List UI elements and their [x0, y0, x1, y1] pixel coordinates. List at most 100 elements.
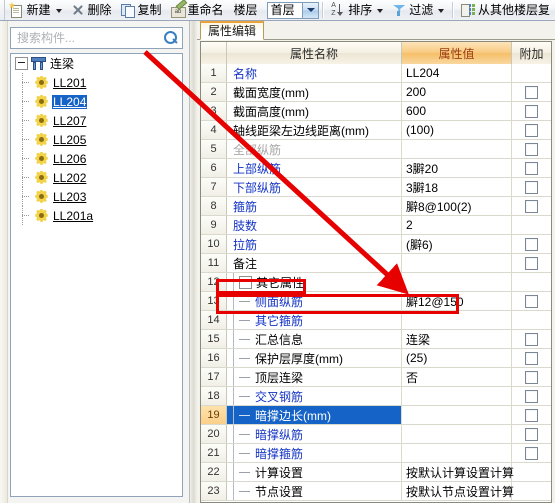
- search-input[interactable]: 搜索构件...: [10, 27, 183, 49]
- chevron-down-icon[interactable]: [55, 9, 62, 13]
- tree-item-LL201a[interactable]: LL201a: [11, 206, 182, 225]
- property-name-cell[interactable]: 截面高度(mm): [227, 102, 402, 120]
- new-button[interactable]: 新建: [5, 1, 66, 20]
- extra-checkbox[interactable]: [525, 123, 538, 137]
- property-value-cell[interactable]: 600: [402, 102, 512, 120]
- extra-checkbox[interactable]: [525, 294, 538, 308]
- property-value-cell[interactable]: (25): [402, 349, 512, 367]
- property-grid[interactable]: 属性名称 属性值 附加 1 名称 LL204 2 截面宽度(mm) 200 3 截面高度(mm…: [200, 41, 552, 503]
- property-name-cell[interactable]: 备注: [227, 254, 402, 272]
- property-row[interactable]: 22 计算设置 按默认计算设置计算: [201, 463, 551, 482]
- property-name-cell[interactable]: 轴线距梁左边线距离(mm): [227, 121, 402, 139]
- extra-cell[interactable]: [512, 425, 551, 443]
- property-name-cell[interactable]: 计算设置: [227, 463, 402, 481]
- property-name-cell[interactable]: 拉筋: [227, 235, 402, 253]
- extra-checkbox[interactable]: [525, 351, 538, 365]
- extra-cell[interactable]: [512, 102, 551, 120]
- property-row[interactable]: 23 节点设置 按默认节点设置计算: [201, 482, 551, 501]
- property-value-cell[interactable]: 䑀8@100(2): [402, 197, 512, 215]
- property-row[interactable]: 17 顶层连梁 否: [201, 368, 551, 387]
- extra-cell[interactable]: [512, 463, 551, 481]
- copy-button[interactable]: 复制: [117, 1, 167, 20]
- extra-cell[interactable]: [512, 140, 551, 158]
- property-row[interactable]: 3 截面高度(mm) 600: [201, 102, 551, 121]
- property-name-cell[interactable]: 交叉钢筋: [227, 387, 402, 405]
- extra-checkbox[interactable]: [525, 237, 538, 251]
- extra-cell[interactable]: [512, 387, 551, 405]
- property-row[interactable]: 11 备注: [201, 254, 551, 273]
- tree-item-LL203[interactable]: LL203: [11, 187, 182, 206]
- extra-checkbox[interactable]: [525, 408, 538, 422]
- sort-button[interactable]: AZ 排序: [327, 1, 388, 20]
- property-row[interactable]: 15 汇总信息 连梁: [201, 330, 551, 349]
- extra-cell[interactable]: [512, 64, 551, 82]
- property-value-cell[interactable]: [402, 444, 512, 462]
- extra-cell[interactable]: [512, 216, 551, 234]
- property-row[interactable]: 16 保护层厚度(mm) (25): [201, 349, 551, 368]
- property-row[interactable]: 18 交叉钢筋: [201, 387, 551, 406]
- property-value-cell[interactable]: 按默认节点设置计算: [402, 482, 514, 500]
- extra-cell[interactable]: [512, 197, 551, 215]
- extra-cell[interactable]: [512, 273, 551, 291]
- extra-checkbox[interactable]: [525, 389, 538, 403]
- property-row[interactable]: 2 截面宽度(mm) 200: [201, 83, 551, 102]
- property-row[interactable]: 7 下部纵筋 3䑀18: [201, 178, 551, 197]
- column-header-index[interactable]: [201, 42, 227, 64]
- filter-button[interactable]: 过滤: [388, 1, 449, 20]
- property-name-cell[interactable]: 下部纵筋: [227, 178, 402, 196]
- property-row[interactable]: 8 箍筋 䑀8@100(2): [201, 197, 551, 216]
- property-row[interactable]: 4 轴线距梁左边线距离(mm) (100): [201, 121, 551, 140]
- extra-cell[interactable]: [512, 121, 551, 139]
- property-value-cell[interactable]: 连梁: [402, 330, 512, 348]
- extra-cell[interactable]: [512, 254, 551, 272]
- tree-item-LL201[interactable]: LL201: [11, 73, 182, 92]
- extra-checkbox[interactable]: [525, 180, 538, 194]
- property-row[interactable]: 21 暗撑箍筋: [201, 444, 551, 463]
- property-value-cell[interactable]: 否: [402, 368, 512, 386]
- extra-cell[interactable]: [512, 178, 551, 196]
- extra-cell[interactable]: [512, 482, 551, 500]
- search-icon[interactable]: [160, 28, 182, 48]
- property-value-cell[interactable]: LL204: [402, 64, 512, 82]
- extra-cell[interactable]: [512, 159, 551, 177]
- property-row[interactable]: 20 暗撑纵筋: [201, 425, 551, 444]
- property-value-cell[interactable]: 2: [402, 216, 512, 234]
- property-row[interactable]: 6 上部纵筋 3䑀20: [201, 159, 551, 178]
- extra-cell[interactable]: [512, 444, 551, 462]
- extra-checkbox[interactable]: [525, 256, 538, 270]
- property-value-cell[interactable]: [402, 425, 512, 443]
- extra-checkbox[interactable]: [525, 85, 538, 99]
- property-row[interactable]: 5 全部纵筋: [201, 140, 551, 159]
- chevron-down-icon[interactable]: [438, 9, 445, 13]
- tree-item-LL207[interactable]: LL207: [11, 111, 182, 130]
- extra-cell[interactable]: [512, 330, 551, 348]
- property-value-cell[interactable]: 按默认计算设置计算: [402, 463, 514, 481]
- tree-item-LL205[interactable]: LL205: [11, 130, 182, 149]
- tree-item-LL204[interactable]: LL204: [11, 92, 182, 111]
- extra-checkbox[interactable]: [525, 427, 538, 441]
- property-value-cell[interactable]: 200: [402, 83, 512, 101]
- tree-item-LL202[interactable]: LL202: [11, 168, 182, 187]
- extra-cell[interactable]: [512, 406, 551, 424]
- extra-cell[interactable]: [512, 83, 551, 101]
- copy-from-other-floor-button[interactable]: 从其他楼层复: [457, 1, 555, 20]
- extra-cell[interactable]: [512, 235, 551, 253]
- property-name-cell[interactable]: 暗撑箍筋: [227, 444, 402, 462]
- extra-checkbox[interactable]: [525, 332, 538, 346]
- collapse-icon[interactable]: [15, 57, 28, 70]
- property-value-cell[interactable]: (䑀6): [402, 235, 512, 253]
- property-name-cell[interactable]: 名称: [227, 64, 402, 82]
- property-name-cell[interactable]: 上部纵筋: [227, 159, 402, 177]
- property-name-cell[interactable]: 全部纵筋: [227, 140, 402, 158]
- property-row[interactable]: 10 拉筋 (䑀6): [201, 235, 551, 254]
- property-row[interactable]: 19 暗撑边长(mm): [201, 406, 551, 425]
- rename-button[interactable]: ab 重命名: [167, 0, 229, 20]
- property-value-cell[interactable]: [402, 140, 512, 158]
- floor-select[interactable]: 首层: [266, 1, 320, 19]
- property-name-cell[interactable]: 汇总信息: [227, 330, 402, 348]
- tree-root-node[interactable]: 连梁: [11, 54, 182, 73]
- property-name-cell[interactable]: 箍筋: [227, 197, 402, 215]
- property-name-cell[interactable]: 截面宽度(mm): [227, 83, 402, 101]
- property-name-cell[interactable]: 肢数: [227, 216, 402, 234]
- column-header-extra[interactable]: 附加: [512, 42, 551, 64]
